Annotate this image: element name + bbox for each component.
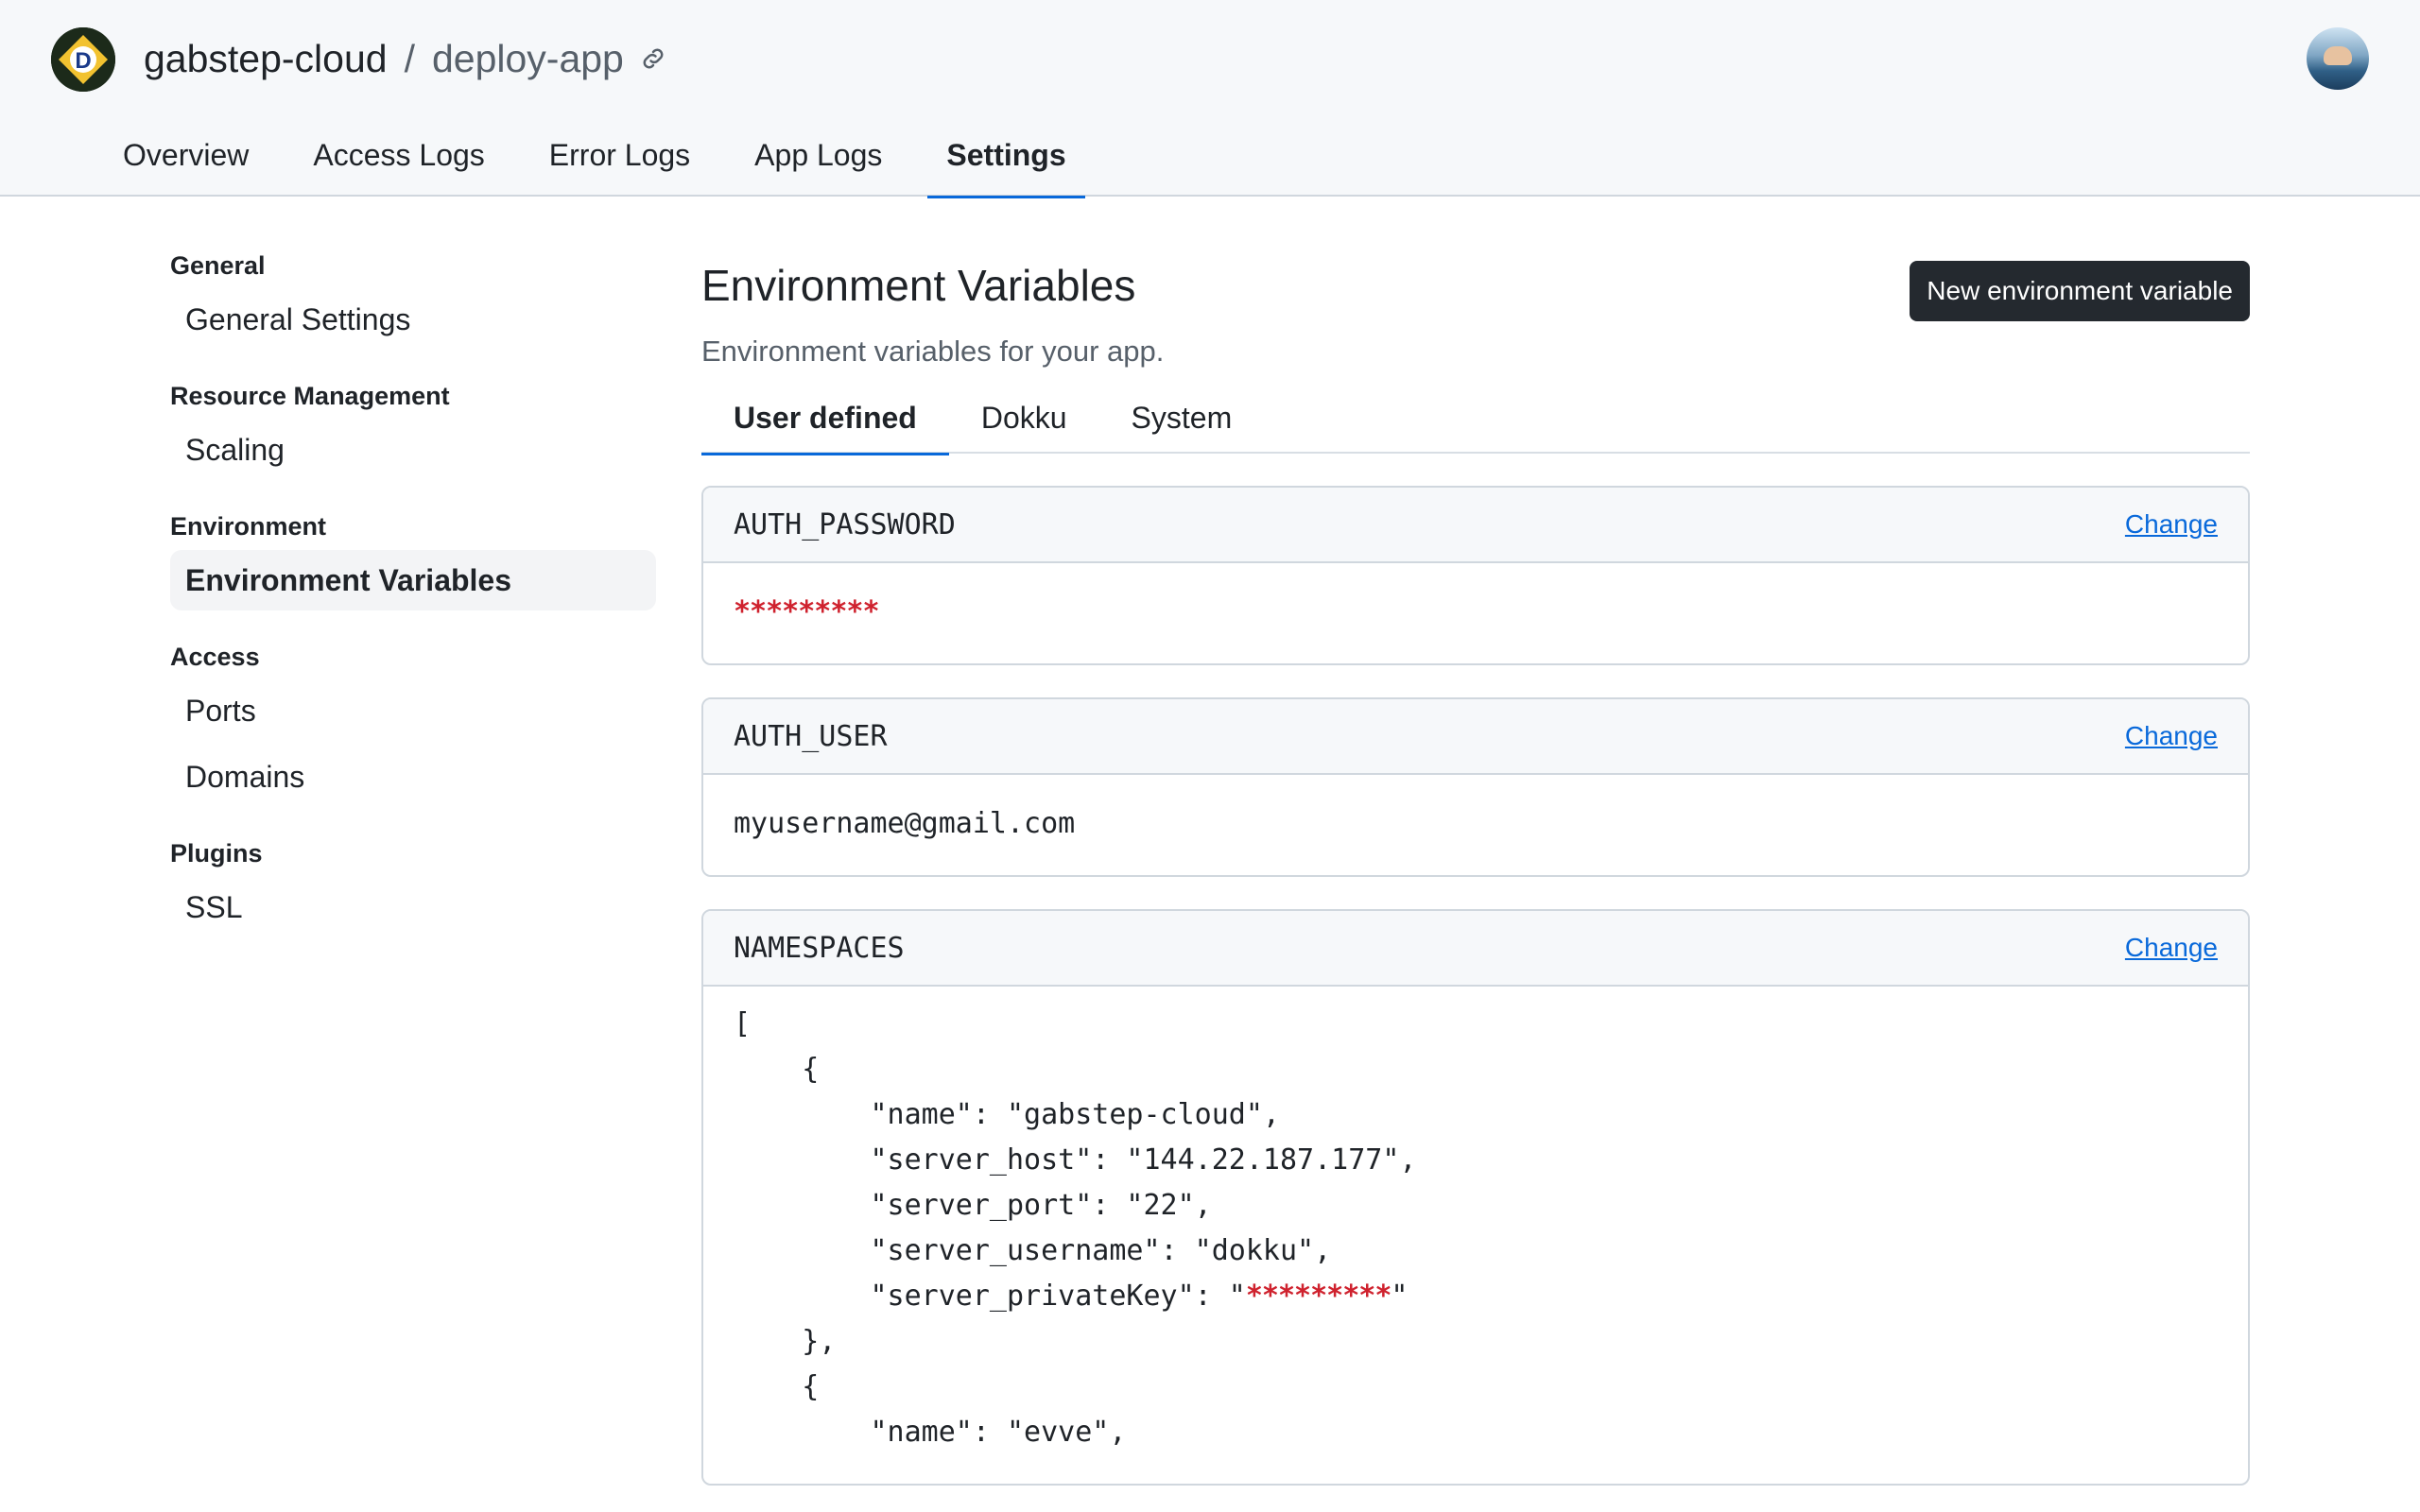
sidebar-heading: Environment	[170, 512, 327, 541]
sidebar-heading: Plugins	[170, 839, 263, 868]
env-card-body: myusername@gmail.com	[703, 775, 2248, 875]
env-value-line: },	[734, 1325, 837, 1358]
logo-icon[interactable]: D	[51, 27, 115, 92]
env-value-line: {	[734, 1370, 820, 1403]
sidebar-group-plugins: Plugins SSL	[170, 835, 656, 937]
env-key: NAMESPACES	[734, 931, 905, 965]
sidebar-heading: Access	[170, 643, 260, 671]
env-value-line: "server_username": "dokku",	[734, 1234, 1332, 1267]
env-value-text: "server_privateKey": "	[734, 1280, 1246, 1313]
env-card-auth-password: AUTH_PASSWORD Change *********	[701, 486, 2250, 665]
env-tabs: User defined Dokku System	[701, 393, 2250, 455]
tab-overview[interactable]: Overview	[104, 132, 268, 197]
env-card-header: AUTH_USER Change	[703, 699, 2248, 775]
settings-sidebar: General General Settings Resource Manage…	[170, 248, 656, 966]
env-card-body: *********	[703, 563, 2248, 663]
env-card-header: NAMESPACES Change	[703, 911, 2248, 987]
sidebar-group-environment: Environment Environment Variables	[170, 508, 656, 610]
sidebar-item-environment-variables[interactable]: Environment Variables	[170, 550, 656, 610]
app-name[interactable]: deploy-app	[432, 37, 624, 81]
sidebar-item-domains[interactable]: Domains	[170, 747, 656, 807]
env-key: AUTH_PASSWORD	[734, 507, 956, 541]
env-value-line: [	[734, 1007, 752, 1040]
sidebar-item-ssl[interactable]: SSL	[170, 877, 656, 937]
env-card-header: AUTH_PASSWORD Change	[703, 488, 2248, 563]
tab-error-logs[interactable]: Error Logs	[530, 132, 709, 197]
tab-system[interactable]: System	[1099, 393, 1265, 454]
sidebar-group-resource-management: Resource Management Scaling	[170, 378, 656, 480]
env-value-masked: *********	[734, 595, 880, 628]
sidebar-item-scaling[interactable]: Scaling	[170, 420, 656, 480]
breadcrumb-separator: /	[404, 36, 415, 80]
app-header: D gabstep-cloud / deploy-app Overview Ac…	[0, 0, 2420, 198]
sidebar-group-general: General General Settings	[170, 248, 656, 350]
tab-settings[interactable]: Settings	[927, 132, 1085, 198]
sidebar-item-general-settings[interactable]: General Settings	[170, 289, 656, 350]
env-value-line: "server_privateKey": "*********"	[734, 1274, 2218, 1319]
tab-access-logs[interactable]: Access Logs	[294, 132, 503, 197]
env-value-line: "server_host": "144.22.187.177",	[734, 1143, 1417, 1177]
tab-app-logs[interactable]: App Logs	[735, 132, 901, 197]
avatar[interactable]	[2307, 27, 2369, 90]
env-value-line: "name": "evve",	[734, 1416, 1127, 1449]
app-owner[interactable]: gabstep-cloud	[144, 37, 388, 81]
env-value-line: {	[734, 1053, 820, 1086]
env-value-line: "name": "gabstep-cloud",	[734, 1098, 1280, 1131]
tab-user-defined[interactable]: User defined	[701, 393, 949, 455]
env-key: AUTH_USER	[734, 719, 888, 753]
sidebar-heading: Resource Management	[170, 382, 450, 410]
sidebar-group-access: Access Ports Domains	[170, 639, 656, 807]
repo-breadcrumb: gabstep-cloud / deploy-app	[144, 32, 667, 85]
env-value-masked: *********	[1245, 1280, 1392, 1313]
env-card-body: [ { "name": "gabstep-cloud", "server_hos…	[703, 987, 2248, 1484]
env-card-auth-user: AUTH_USER Change myusername@gmail.com	[701, 697, 2250, 877]
change-link[interactable]: Change	[2125, 509, 2218, 540]
tab-dokku[interactable]: Dokku	[949, 393, 1099, 454]
sidebar-heading: General	[170, 251, 266, 280]
svg-text:D: D	[75, 48, 91, 74]
env-value-line: "server_port": "22",	[734, 1189, 1212, 1222]
link-icon[interactable]	[639, 44, 667, 73]
change-link[interactable]: Change	[2125, 933, 2218, 963]
env-card-namespaces: NAMESPACES Change [ { "name": "gabstep-c…	[701, 909, 2250, 1486]
env-value: myusername@gmail.com	[734, 807, 1076, 840]
page-subtitle: Environment variables for your app.	[701, 335, 1165, 368]
top-navigation: Overview Access Logs Error Logs App Logs…	[104, 132, 1112, 198]
main-content: Environment Variables Environment variab…	[701, 248, 2250, 1486]
change-link[interactable]: Change	[2125, 721, 2218, 751]
new-env-variable-button[interactable]: New environment variable	[1910, 261, 2250, 321]
env-value-text: "	[1391, 1280, 1409, 1313]
sidebar-item-ports[interactable]: Ports	[170, 680, 656, 741]
